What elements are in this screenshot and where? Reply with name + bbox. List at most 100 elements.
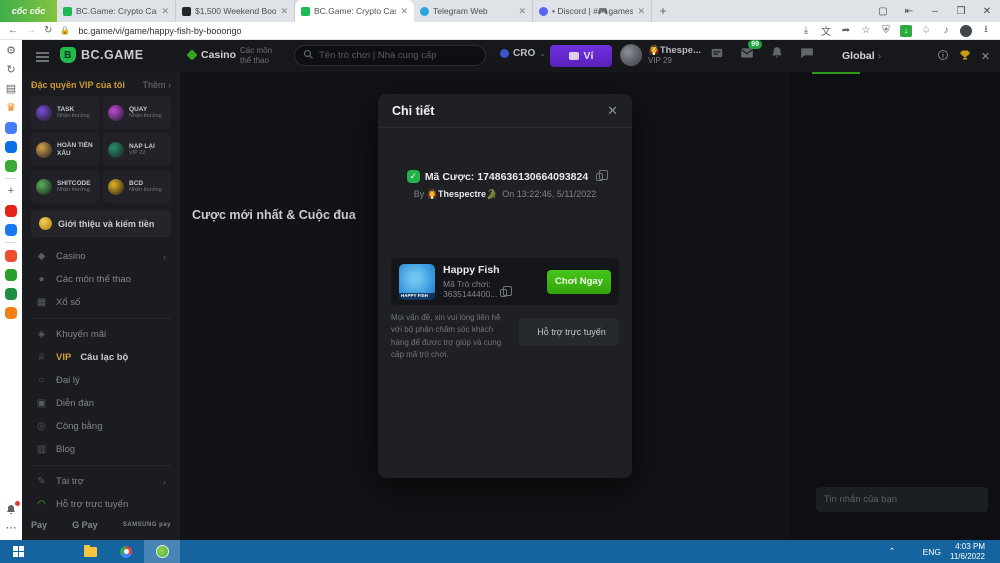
menu-icon[interactable] xyxy=(36,52,49,64)
chat-rules-icon[interactable] xyxy=(937,49,949,64)
restore-tab-icon[interactable]: ⇤ xyxy=(896,6,922,17)
crown-icon[interactable]: ♛ xyxy=(5,102,18,115)
new-tab-button[interactable]: + xyxy=(652,0,674,22)
reading-list-icon[interactable]: ▤ xyxy=(5,83,18,96)
browser-tab[interactable]: BC.Game: Crypto Casino Gan✕ xyxy=(57,0,176,22)
user-info[interactable]: 🧛Thespe... VIP 29 xyxy=(648,45,701,65)
history-icon[interactable]: ↻ xyxy=(5,64,18,77)
game-search[interactable] xyxy=(294,45,486,66)
sidebar-item-khuyến-mãi[interactable]: ◈Khuyến mãi xyxy=(31,323,171,346)
play-now-button[interactable]: Chơi Ngay xyxy=(547,270,611,294)
youtube-icon[interactable] xyxy=(5,204,18,217)
sidebar-item-các-môn-thể-thao[interactable]: ●Các môn thể thao xyxy=(31,268,171,291)
add-icon[interactable]: + xyxy=(5,185,18,198)
vip-progress-icon[interactable] xyxy=(710,46,725,61)
gamepad-icon[interactable] xyxy=(5,159,18,172)
extension-icon[interactable]: ♤ xyxy=(920,25,932,37)
sidebar-item-diễn-đàn[interactable]: ▣Diễn đàn xyxy=(31,392,171,415)
promo-card-shitcode[interactable]: SHITCODENhận thưởng xyxy=(31,170,99,203)
user-avatar[interactable] xyxy=(620,44,642,66)
reload-icon[interactable]: ↻ xyxy=(44,25,52,36)
chat-room-selector[interactable]: Global › xyxy=(842,50,881,62)
media-icon[interactable]: ♪ xyxy=(940,25,952,37)
taskbar-search-icon[interactable] xyxy=(36,540,72,563)
browser-tab[interactable]: • Discord | #🎮games | BC G✕ xyxy=(533,0,652,22)
tab-close-icon[interactable]: ✕ xyxy=(637,6,645,17)
tray-expand-icon[interactable]: ⌃ xyxy=(888,546,895,557)
game-thumbnail[interactable]: HAPPY FISH xyxy=(399,264,435,300)
promo-card-task[interactable]: TASKNhận thưởng xyxy=(31,96,99,129)
file-explorer-icon[interactable] xyxy=(72,540,108,563)
tab-close-icon[interactable]: ✕ xyxy=(518,6,526,17)
modal-close-icon[interactable]: ✕ xyxy=(607,103,618,119)
save-page-icon[interactable]: ⤓ xyxy=(800,25,812,37)
wallet-button[interactable]: Ví xyxy=(550,45,612,67)
downloads-icon[interactable]: ⭳ xyxy=(980,25,992,37)
browser-tab[interactable]: Telegram Web✕ xyxy=(414,0,533,22)
leaf-icon[interactable] xyxy=(5,287,18,300)
sidebar-item-tài-trợ[interactable]: ✎Tài trợ› xyxy=(31,470,171,493)
url-text[interactable]: bc.game/vi/game/happy-fish-by-booongo xyxy=(78,26,241,36)
tab-close-icon[interactable]: ✕ xyxy=(280,6,288,17)
sidebar-item-đại-lý[interactable]: ○Đại lý xyxy=(31,369,171,392)
forward-icon[interactable]: → xyxy=(26,25,36,36)
clock[interactable]: 4:03 PM11/6/2022 xyxy=(950,542,985,562)
maximize-button[interactable]: ❐ xyxy=(948,6,974,17)
bell-icon[interactable] xyxy=(770,46,785,61)
copy-icon[interactable] xyxy=(596,173,603,181)
sidebar-item-xổ-số[interactable]: ▦Xổ số xyxy=(31,291,171,314)
shopee-icon[interactable] xyxy=(5,249,18,262)
chrome-icon[interactable] xyxy=(108,540,144,563)
shield-icon[interactable]: ⛨ xyxy=(880,25,892,37)
messenger-icon[interactable] xyxy=(5,121,18,134)
promo-card-bcd[interactable]: BCDNhận thưởng xyxy=(103,170,171,203)
chat-input-box[interactable] xyxy=(816,487,988,512)
chat-message-input[interactable] xyxy=(824,494,974,505)
start-button[interactable] xyxy=(0,540,36,563)
minimize-button[interactable]: – xyxy=(922,6,948,17)
tab-close-icon[interactable]: ✕ xyxy=(400,6,408,17)
back-icon[interactable]: ← xyxy=(8,25,18,36)
promo-card-nạp-lại[interactable]: NẠP LẠIVIP 22 xyxy=(103,133,171,166)
settings-icon[interactable]: ⚙ xyxy=(5,45,18,58)
tab-search-icon[interactable]: ▢ xyxy=(870,6,896,17)
mail-icon[interactable]: 99 xyxy=(740,46,755,61)
nav-sports[interactable]: Các môn thể thao xyxy=(240,46,282,66)
chat-close-icon[interactable]: ✕ xyxy=(981,50,990,63)
copy-icon[interactable] xyxy=(500,289,507,297)
cart-icon[interactable] xyxy=(5,306,18,319)
live-support-button[interactable]: Hỗ trợ trực tuyến xyxy=(519,318,619,346)
sidebar-item-blog[interactable]: ▥Blog xyxy=(31,438,171,461)
browser-tab[interactable]: $1,500 Weekend Booongo M✕ xyxy=(176,0,295,22)
ext-download-icon[interactable]: ↓ xyxy=(900,25,912,37)
star-icon[interactable]: ☆ xyxy=(860,25,872,37)
zalo-icon[interactable] xyxy=(5,140,18,153)
browser-tab[interactable]: BC.Game: Crypto Casino Gan✕ xyxy=(295,0,414,22)
bcgame-logo[interactable]: BBC.GAME xyxy=(60,47,144,63)
close-button[interactable]: ✕ xyxy=(974,6,1000,17)
facebook-icon[interactable] xyxy=(5,223,18,236)
tab-close-icon[interactable]: ✕ xyxy=(161,6,169,17)
coccoc-taskbar-icon[interactable] xyxy=(144,540,180,563)
trophy-icon[interactable] xyxy=(959,49,971,64)
sidebar-item-hỗ-trợ-trực-tuyến[interactable]: ◠Hỗ trợ trực tuyến xyxy=(31,493,171,516)
referral-banner[interactable]: Giới thiệu và kiếm tiền xyxy=(31,210,171,237)
promo-card-hoàn-tiền-xấu[interactable]: HOÀN TIỀN XẤU xyxy=(31,133,99,166)
vip-perks-more[interactable]: Thêm › xyxy=(142,80,171,90)
gift-icon[interactable] xyxy=(5,268,18,281)
language-indicator[interactable]: ENG xyxy=(923,547,941,557)
translate-icon[interactable]: 文 xyxy=(820,25,832,37)
profile-avatar[interactable] xyxy=(960,25,972,37)
coccoc-logo[interactable]: cốc cốc xyxy=(0,0,57,22)
sidebar-item-câu-lạc-bộ[interactable]: ♕VIPCâu lạc bộ xyxy=(31,346,171,369)
sidebar-item-công-bằng[interactable]: ◎Công bằng xyxy=(31,415,171,438)
more-icon[interactable]: ⋯ xyxy=(5,522,18,535)
bet-author[interactable]: 🧛Thespectre🐊 xyxy=(427,189,497,199)
promo-card-quay[interactable]: QUAYNhận thưởng xyxy=(103,96,171,129)
nav-casino[interactable]: Casino xyxy=(188,49,236,61)
notification-bell-icon[interactable] xyxy=(5,503,18,516)
currency-selector[interactable]: CRO⌄ xyxy=(500,48,546,59)
sidebar-item-casino[interactable]: ◆Casino› xyxy=(31,245,171,268)
game-search-input[interactable] xyxy=(319,50,477,61)
share-icon[interactable]: ➦ xyxy=(840,25,852,37)
